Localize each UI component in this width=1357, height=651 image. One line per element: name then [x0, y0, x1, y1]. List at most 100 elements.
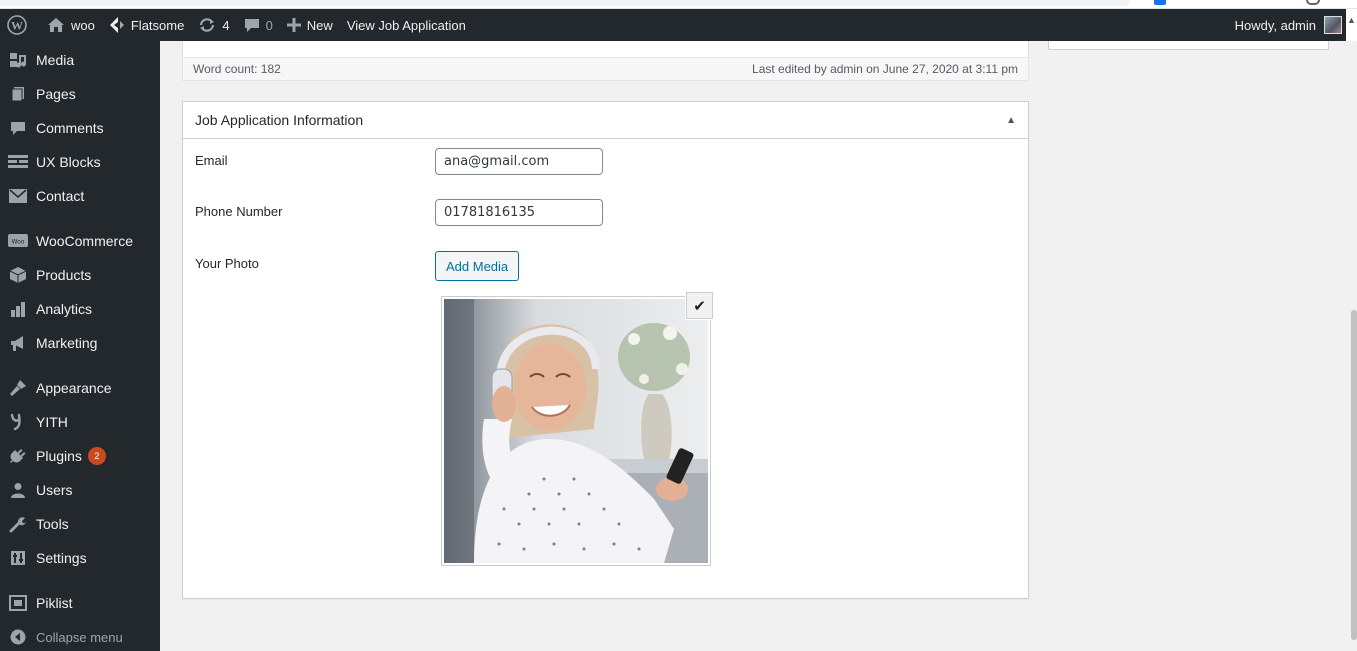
sidebar-item-label: Pages: [36, 86, 76, 102]
tools-icon: [0, 515, 36, 533]
phone-label: Phone Number: [195, 204, 283, 219]
scroll-up-arrow[interactable]: ▲: [1346, 9, 1357, 41]
contact-icon: [0, 189, 36, 203]
updates-link[interactable]: 4: [191, 9, 236, 41]
flatsome-icon: [109, 16, 125, 34]
editor-status-bar: Word count: 182 Last edited by admin on …: [182, 58, 1029, 81]
view-label: View Job Application: [346, 17, 466, 33]
comments-link[interactable]: 0: [237, 9, 280, 41]
metabox-header[interactable]: Job Application Information ▲: [183, 102, 1028, 139]
sidebar-item-label: UX Blocks: [36, 154, 101, 170]
media-icon: [0, 52, 36, 68]
last-edited: Last edited by admin on June 27, 2020 at…: [752, 62, 1018, 76]
users-icon: [0, 482, 36, 498]
sidebar-item-piklist[interactable]: Piklist: [0, 586, 160, 620]
view-job-application-link[interactable]: View Job Application: [340, 9, 473, 41]
updates-icon: [198, 17, 216, 33]
sidebar-metabox-edge: [1048, 41, 1329, 50]
word-count: Word count: 182: [193, 62, 281, 76]
admin-bar: W woo Flatsome 4 0 New View Job Applicat…: [0, 9, 1346, 41]
sidebar-item-label: Tools: [36, 516, 69, 532]
pages-icon: [0, 86, 36, 102]
plugins-icon: [0, 447, 36, 465]
editor-footer: Word count: 182 Last edited by admin on …: [182, 41, 1029, 81]
email-label: Email: [195, 153, 228, 168]
sidebar-item-label: Settings: [36, 550, 87, 566]
site-name-link[interactable]: woo: [40, 9, 102, 41]
marketing-icon: [0, 334, 36, 352]
sidebar-item-yith[interactable]: YITH: [0, 405, 160, 439]
sidebar-item-media[interactable]: Media: [0, 43, 160, 77]
photo-thumbnail[interactable]: [441, 296, 711, 566]
profile-icon[interactable]: [1306, 0, 1320, 5]
collapse-menu-button[interactable]: Collapse menu: [0, 620, 160, 651]
new-label: New: [306, 17, 333, 33]
sidebar-item-plugins[interactable]: Plugins 2: [0, 439, 160, 473]
sidebar-item-ux-blocks[interactable]: UX Blocks: [0, 145, 160, 179]
sidebar-item-label: Analytics: [36, 301, 93, 317]
wordpress-logo-icon: W: [7, 15, 27, 35]
sidebar-item-pages[interactable]: Pages: [0, 77, 160, 111]
avatar: [1324, 16, 1342, 34]
yith-icon: [0, 413, 36, 431]
svg-text:Woo: Woo: [12, 239, 25, 246]
sidebar-item-label: Comments: [36, 120, 104, 136]
sidebar-item-users[interactable]: Users: [0, 473, 160, 507]
collapse-menu-label: Collapse menu: [36, 629, 123, 645]
sidebar-item-label: WooCommerce: [36, 233, 133, 249]
sidebar-item-label: Products: [36, 267, 92, 283]
sidebar-item-label: Appearance: [36, 380, 112, 396]
sidebar-item-tools[interactable]: Tools: [0, 507, 160, 541]
sidebar-item-marketing[interactable]: Marketing: [0, 326, 160, 360]
theme-name-label: Flatsome: [130, 17, 185, 33]
sidebar-item-label: Media: [36, 52, 75, 68]
analytics-icon: [0, 301, 36, 317]
plus-icon: [286, 18, 301, 32]
comment-icon: [244, 17, 260, 33]
browser-chrome-sliver: [0, 0, 1357, 9]
page-scrollbar-thumb[interactable]: [1351, 310, 1357, 640]
updates-count: 4: [222, 17, 230, 33]
sidebar-item-label: Plugins: [36, 448, 82, 464]
metabox-title: Job Application Information: [195, 112, 364, 128]
sidebar-item-label: Contact: [36, 188, 85, 204]
phone-field[interactable]: [435, 199, 603, 226]
site-name-label: woo: [71, 17, 95, 33]
sidebar-item-analytics[interactable]: Analytics: [0, 292, 160, 326]
job-application-metabox: Job Application Information ▲ Email Phon…: [182, 101, 1029, 599]
appearance-icon: [0, 379, 36, 397]
sidebar-item-contact[interactable]: Contact: [0, 179, 160, 213]
theme-link[interactable]: Flatsome: [102, 9, 191, 41]
my-account-link[interactable]: Howdy, admin: [1228, 9, 1346, 41]
wordpress-logo-button[interactable]: W: [0, 9, 40, 41]
ux-blocks-icon: [0, 155, 36, 169]
new-content-link[interactable]: New: [280, 9, 340, 41]
collapse-icon: [0, 629, 36, 645]
address-bar-edge: [0, 0, 1130, 6]
email-field[interactable]: [435, 148, 603, 175]
extension-icon[interactable]: [1154, 0, 1166, 5]
piklist-icon: [0, 595, 36, 611]
toggle-arrow-icon[interactable]: ▲: [1006, 115, 1016, 126]
comments-count: 0: [265, 17, 273, 33]
sidebar-item-comments[interactable]: Comments: [0, 111, 160, 145]
checkmark-icon[interactable]: ✔: [686, 292, 713, 319]
woocommerce-icon: Woo: [0, 233, 36, 249]
svg-text:W: W: [11, 19, 23, 33]
sidebar-item-woocommerce[interactable]: Woo WooCommerce: [0, 224, 160, 258]
photo-label: Your Photo: [195, 256, 259, 271]
add-media-button[interactable]: Add Media: [435, 251, 520, 281]
sidebar-item-settings[interactable]: Settings: [0, 541, 160, 575]
editor-bottom-edge: [182, 41, 1029, 58]
sidebar-item-products[interactable]: Products: [0, 258, 160, 292]
sidebar-item-label: YITH: [36, 414, 68, 430]
applicant-photo: [444, 299, 708, 563]
plugins-update-badge: 2: [87, 447, 106, 465]
sidebar-item-appearance[interactable]: Appearance: [0, 371, 160, 405]
sidebar-item-label: Marketing: [36, 335, 98, 351]
howdy-label: Howdy, admin: [1234, 17, 1316, 33]
admin-sidebar: Media Pages Comments UX Blocks Contact W…: [0, 41, 160, 651]
comments-icon: [0, 120, 36, 136]
home-icon: [47, 17, 65, 33]
sidebar-item-label: Piklist: [36, 595, 73, 611]
